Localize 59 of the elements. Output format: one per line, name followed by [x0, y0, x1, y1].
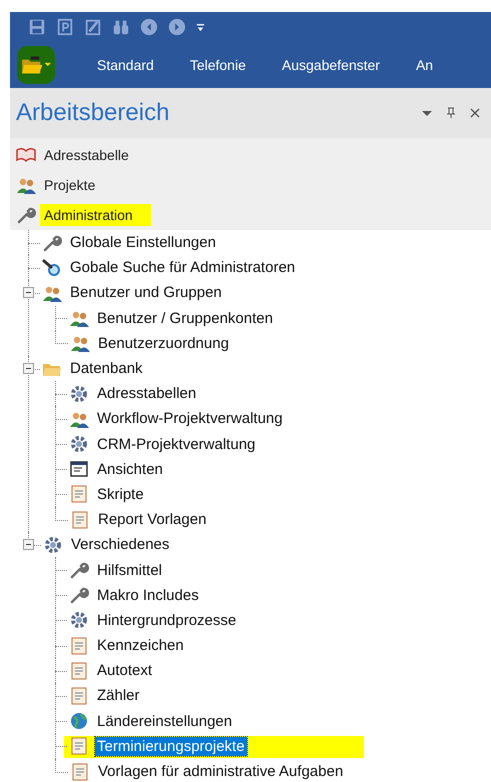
tree-item[interactable]: Workflow-Projektverwaltung: [95, 409, 285, 428]
document-icon: [69, 636, 89, 656]
navigation-item[interactable]: Adresstabelle: [40, 144, 133, 166]
tree-item[interactable]: Benutzerzuordnung: [96, 334, 231, 353]
tree-item[interactable]: Adresstabellen: [95, 384, 198, 404]
customize-icon[interactable]: [196, 22, 205, 32]
gear-icon: [69, 384, 89, 404]
ribbon-tab[interactable]: Ausgabefenster: [282, 57, 380, 73]
pin-icon[interactable]: [445, 107, 457, 119]
tree-item[interactable]: Hilfsmittel: [95, 560, 164, 580]
panel-title: Arbeitsbereich: [16, 99, 170, 127]
tree-item[interactable]: Gobale Suche für Administratoren: [68, 258, 298, 278]
tree-item[interactable]: Ländereinstellungen: [95, 712, 234, 731]
document-icon: [69, 686, 89, 706]
window-icon: [69, 459, 89, 480]
document-icon: [69, 736, 89, 756]
app-menu-button[interactable]: [17, 46, 55, 84]
gear-icon: [43, 534, 63, 555]
save-icon[interactable]: [28, 18, 46, 36]
magnifier-icon: [42, 258, 62, 278]
tree-item[interactable]: Globale Einstellungen: [68, 233, 218, 252]
tree-item[interactable]: Vorlagen für administrative Aufgaben: [96, 762, 346, 782]
document-icon: [69, 484, 89, 504]
book-icon: [16, 145, 36, 165]
tree-item[interactable]: Report Vorlagen: [96, 510, 208, 530]
tree-item[interactable]: Terminierungsprojekte: [95, 736, 247, 756]
collapse-toggle[interactable]: [23, 539, 34, 550]
collapse-toggle[interactable]: [23, 362, 34, 374]
forward-icon[interactable]: [168, 18, 186, 36]
tree-item[interactable]: Datenbank: [68, 359, 145, 378]
document-icon: [69, 660, 89, 681]
binoculars-icon[interactable]: [112, 18, 130, 36]
gear-icon: [69, 610, 89, 630]
tree-item[interactable]: Makro Includes: [95, 586, 201, 605]
document-icon: [70, 762, 90, 782]
navigation-item[interactable]: Projekte: [40, 174, 100, 196]
tree-item[interactable]: Benutzer / Gruppenkonten: [95, 308, 275, 328]
document-icon: [70, 510, 90, 530]
navigation-item[interactable]: Administration: [40, 204, 151, 226]
tree-item[interactable]: Zähler: [95, 686, 142, 706]
ribbon-tab[interactable]: Standard: [97, 57, 154, 73]
back-icon[interactable]: [140, 18, 158, 36]
tree-item[interactable]: Benutzer und Gruppen: [68, 283, 224, 302]
tree-item[interactable]: Verschiedenes: [69, 535, 172, 554]
collapse-toggle[interactable]: [23, 287, 34, 298]
parking-sign-icon[interactable]: [56, 18, 74, 36]
folder-icon: [20, 54, 52, 76]
tree-item[interactable]: Skripte: [95, 484, 146, 504]
ribbon-tab[interactable]: An: [416, 57, 434, 73]
globe-icon: [69, 711, 89, 732]
tree-item[interactable]: Kennzeichen: [95, 636, 186, 656]
tree-item[interactable]: Autotext: [95, 661, 154, 680]
close-icon[interactable]: [469, 107, 481, 119]
tree-item[interactable]: CRM-Projektverwaltung: [95, 434, 258, 454]
tree-item[interactable]: Ansichten: [95, 460, 165, 479]
gear-icon: [69, 434, 89, 454]
edit-document-icon[interactable]: [84, 18, 102, 36]
tree-item[interactable]: Hintergrundprozesse: [95, 610, 238, 630]
ribbon-tab[interactable]: Telefonie: [190, 57, 246, 73]
